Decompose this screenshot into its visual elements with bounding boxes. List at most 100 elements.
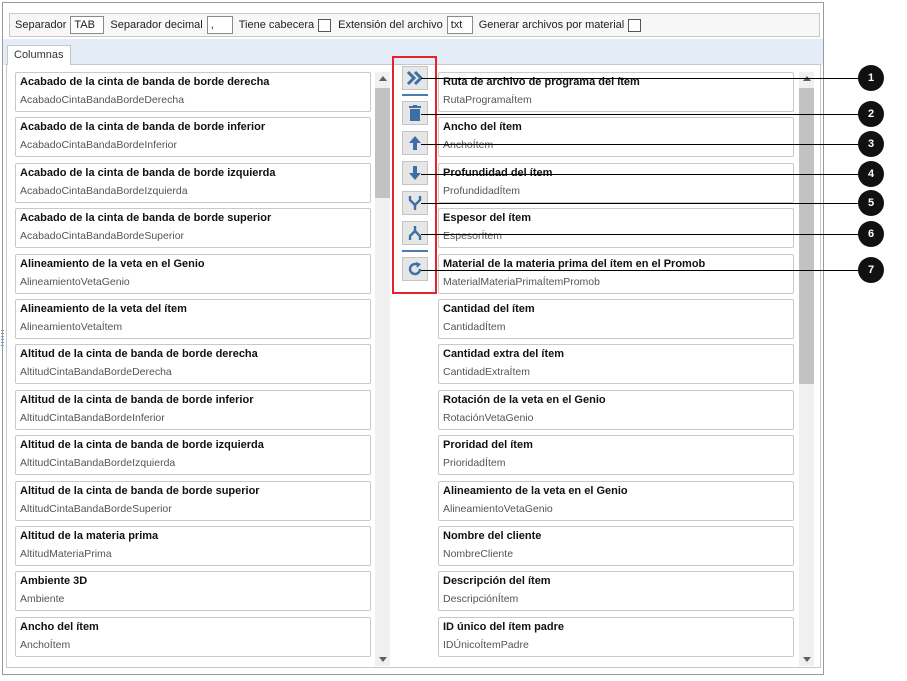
callout-line	[421, 144, 861, 145]
list-item[interactable]: Alineamiento de la veta en el Genio Aline…	[438, 480, 794, 521]
column-title: Altitud de la materia prima	[20, 530, 159, 542]
column-field-name: DescripciónÍtem	[443, 593, 519, 606]
callout-badge: 6	[858, 221, 884, 247]
list-item[interactable]: Altitud de la cinta de banda de borde su…	[15, 480, 371, 521]
column-field-name: AltitudCintaBandaBordeIzquierda	[20, 457, 176, 470]
column-field-name: PrioridadÍtem	[443, 457, 506, 470]
column-field-name: ProfundidadÍtem	[443, 184, 521, 197]
separator	[402, 94, 428, 96]
callout-line	[421, 174, 861, 175]
scroll-down-arrow[interactable]	[803, 657, 811, 662]
column-field-name: AltitudCintaBandaBordeDerecha	[20, 366, 172, 379]
callout-badge: 5	[858, 190, 884, 216]
delete-column-button[interactable]	[402, 101, 428, 125]
list-item[interactable]: Altitud de la cinta de banda de borde de…	[15, 344, 371, 385]
scroll-down-arrow[interactable]	[379, 657, 387, 662]
reset-columns-button[interactable]	[402, 257, 428, 281]
callout-badge: 7	[858, 257, 884, 283]
has-header-checkbox[interactable]	[318, 18, 332, 32]
column-field-name: EspesorÍtem	[443, 230, 502, 243]
list-item[interactable]: Alineamiento de la veta en el Genio Aline…	[15, 253, 371, 294]
column-title: ID único del ítem padre	[443, 620, 565, 633]
column-title: Ancho del ítem	[443, 121, 522, 134]
list-item[interactable]: Acabado de la cinta de banda de borde su…	[15, 208, 371, 249]
separator-input[interactable]	[70, 16, 105, 34]
list-item[interactable]: Descripción del ítem DescripciónÍtem	[438, 571, 794, 612]
selected-columns-scrollbar[interactable]	[799, 72, 814, 666]
column-title: Cantidad del ítem	[443, 303, 535, 315]
list-item[interactable]: Acabado de la cinta de banda de borde de…	[15, 72, 371, 112]
list-item[interactable]: ID único del ítem padre IDÚnicoÍtemPadre	[438, 616, 794, 657]
list-item[interactable]: Cantidad del ítem CantidadÍtem	[438, 299, 794, 339]
move-down-button[interactable]	[402, 161, 428, 185]
list-item[interactable]: Nombre del cliente NombreCliente	[438, 526, 794, 566]
list-item[interactable]: Proridad del ítem PrioridadÍtem	[438, 435, 794, 476]
callout-line	[421, 234, 861, 235]
file-extension-label: Extensión del archivo	[338, 19, 443, 31]
split-column-button[interactable]	[402, 221, 428, 245]
column-title: Acabado de la cinta de banda de borde in…	[20, 121, 266, 134]
callout-line	[421, 203, 861, 204]
column-field-name: AltitudCintaBandaBordeSuperior	[20, 502, 172, 515]
separator	[402, 250, 428, 252]
decimal-separator-label: Separador decimal	[110, 19, 203, 31]
list-item[interactable]: Profundidad del ítem ProfundidadÍtem	[438, 162, 794, 203]
arrow-up-icon	[409, 136, 421, 150]
column-field-name: RotaciónVetaGenio	[443, 411, 534, 424]
list-item[interactable]: Material de la materia prima del ítem en…	[438, 253, 794, 294]
list-item[interactable]: Altitud de la materia prima AltitudMateri…	[15, 526, 371, 566]
decimal-separator-input[interactable]	[206, 16, 233, 34]
trash-icon	[409, 105, 421, 121]
column-field-name: AcabadoCintaBandaBordeSuperior	[20, 230, 185, 243]
list-item[interactable]: Altitud de la cinta de banda de borde in…	[15, 389, 371, 430]
column-title: Descripción del ítem	[443, 575, 551, 588]
column-title: Rotación de la veta en el Genio	[443, 393, 606, 406]
column-field-name: AcabadoCintaBandaBordeInferior	[20, 139, 178, 152]
list-item[interactable]: Alineamiento de la veta del ítem Alineami…	[15, 299, 371, 339]
column-field-name: CantidadExtraÍtem	[443, 366, 530, 379]
callout-badge: 2	[858, 101, 884, 127]
list-item[interactable]: Ancho del ítem AnchoÍtem	[438, 117, 794, 158]
tab-columnas[interactable]: Columnas	[7, 45, 71, 65]
arrow-down-icon	[409, 166, 421, 180]
scroll-thumb[interactable]	[799, 88, 814, 384]
column-title: Alineamiento de la veta del ítem	[20, 303, 187, 315]
list-item[interactable]: Ancho del ítem AnchoÍtem	[15, 616, 371, 657]
callout-badge: 3	[858, 131, 884, 157]
column-title: Profundidad del ítem	[443, 166, 553, 179]
column-field-name: NombreCliente	[443, 548, 514, 560]
per-material-checkbox[interactable]	[628, 18, 642, 32]
scroll-thumb[interactable]	[375, 88, 390, 198]
move-up-button[interactable]	[402, 131, 428, 155]
scroll-up-arrow[interactable]	[379, 76, 387, 81]
column-field-name: AltitudCintaBandaBordeInferior	[20, 411, 165, 424]
column-field-name: IDÚnicoÍtemPadre	[443, 638, 529, 651]
column-field-name: AlineamientoVetaÍtem	[20, 321, 123, 333]
callout-badge: 4	[858, 161, 884, 187]
list-item[interactable]: Acabado de la cinta de banda de borde iz…	[15, 162, 371, 203]
list-item[interactable]: Acabado de la cinta de banda de borde in…	[15, 117, 371, 158]
list-item[interactable]: Rotación de la veta en el Genio RotaciónV…	[438, 389, 794, 430]
file-extension-input[interactable]	[446, 16, 473, 34]
column-field-name: AnchoÍtem	[20, 638, 71, 651]
column-field-name: AlineamientoVetaGenio	[20, 275, 130, 288]
column-title: Nombre del cliente	[443, 530, 542, 542]
resize-grip[interactable]	[1, 330, 4, 346]
list-item[interactable]: Cantidad extra del ítem CantidadExtraÍtem	[438, 344, 794, 385]
column-field-name: CantidadÍtem	[443, 321, 506, 333]
column-title: Altitud de la cinta de banda de borde iz…	[20, 439, 264, 452]
selected-columns-list: Ruta de archivo de programa del ítem Ruta…	[438, 72, 796, 666]
column-field-name: AcabadoCintaBandaBordeDerecha	[20, 94, 185, 106]
list-item[interactable]: Espesor del ítem EspesorÍtem	[438, 208, 794, 249]
column-field-name: Ambiente	[20, 593, 65, 606]
available-columns-scrollbar[interactable]	[375, 72, 390, 666]
options-toolbar: Separador Separador decimal Tiene cabece…	[9, 13, 820, 37]
column-title: Espesor del ítem	[443, 212, 532, 225]
list-item[interactable]: Altitud de la cinta de banda de borde iz…	[15, 435, 371, 476]
column-field-name: RutaProgramaÍtem	[443, 94, 532, 106]
column-title: Altitud de la cinta de banda de borde su…	[20, 484, 260, 497]
separator-label: Separador	[15, 19, 67, 31]
list-item[interactable]: Ambiente 3D Ambiente	[15, 571, 371, 612]
per-material-label: Generar archivos por material	[478, 19, 625, 31]
column-title: Altitud de la cinta de banda de borde in…	[20, 393, 254, 406]
